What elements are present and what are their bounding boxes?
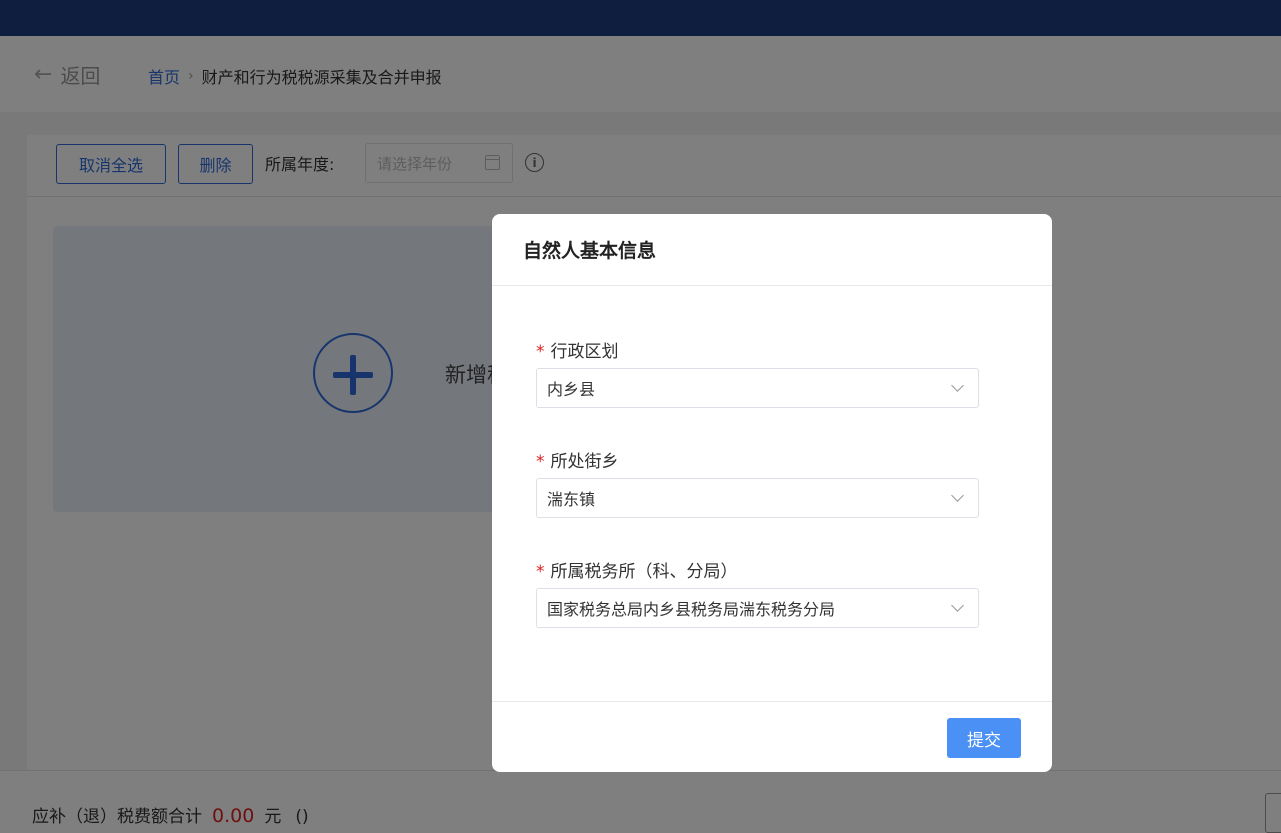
chevron-down-icon (951, 489, 964, 502)
district-select[interactable]: 内乡县 (536, 368, 979, 408)
tax-office-value: 国家税务总局内乡县税务局湍东税务分局 (547, 600, 836, 619)
street-value: 湍东镇 (547, 490, 596, 509)
required-mark: * (536, 452, 545, 472)
field-label-street: * 所处街乡 (536, 452, 619, 472)
field-label-district: * 行政区划 (536, 342, 619, 362)
chevron-down-icon (951, 379, 964, 392)
tax-office-select[interactable]: 国家税务总局内乡县税务局湍东税务分局 (536, 588, 979, 628)
district-value: 内乡县 (547, 380, 596, 399)
required-mark: * (536, 562, 545, 582)
submit-button[interactable]: 提交 (947, 718, 1021, 758)
chevron-down-icon (951, 599, 964, 612)
dialog-title: 自然人基本信息 (492, 214, 1052, 286)
dialog-footer: 提交 (492, 701, 1052, 772)
basic-info-dialog: 自然人基本信息 * 行政区划 内乡县 * 所处街乡 湍东镇 * 所属税务所（科、分局）… (492, 214, 1052, 772)
required-mark: * (536, 342, 545, 362)
street-select[interactable]: 湍东镇 (536, 478, 979, 518)
field-label-tax-office: * 所属税务所（科、分局） (536, 562, 738, 582)
